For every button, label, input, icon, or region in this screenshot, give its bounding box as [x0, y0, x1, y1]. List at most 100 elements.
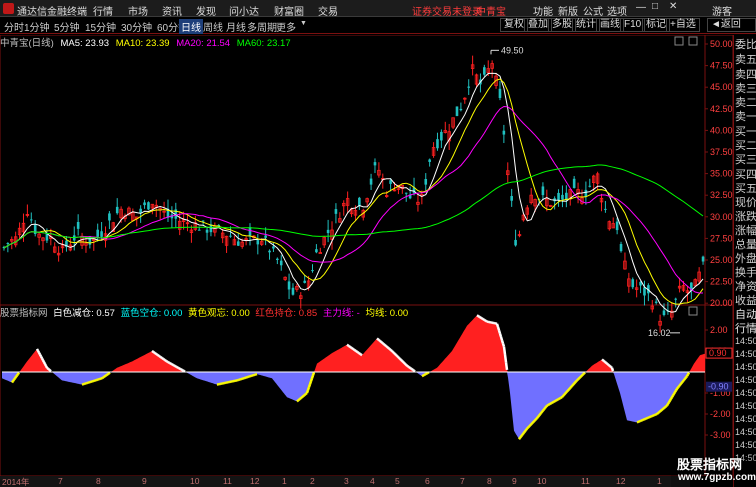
- menu-options[interactable]: 选项: [607, 3, 627, 18]
- watch-edge: [310, 374, 315, 379]
- login-notice[interactable]: 证券交易未登录: [412, 3, 482, 18]
- period-5min[interactable]: 5分钟: [54, 19, 80, 34]
- watch-edge: [566, 389, 569, 393]
- panel-label: 买三: [735, 154, 756, 166]
- reduce-edge: [151, 349, 154, 353]
- menu-quotes[interactable]: 行情: [93, 3, 113, 18]
- date-tick: 9: [142, 476, 147, 486]
- watermark-url: www.7gpzb.com: [678, 472, 756, 483]
- legend-avg: 均线: 0.00: [365, 308, 409, 319]
- watch-edge: [683, 377, 686, 381]
- menu-news[interactable]: 资讯: [162, 3, 182, 18]
- watch-edge: [15, 373, 20, 377]
- period-multi[interactable]: 多周期: [247, 19, 277, 34]
- reduce-edge: [400, 358, 403, 362]
- tool-add-favorite[interactable]: +自选: [666, 18, 700, 32]
- watch-edge: [11, 378, 16, 382]
- reduce-edge: [496, 326, 501, 331]
- candle-body: [541, 186, 545, 196]
- reduce-edge: [177, 366, 180, 370]
- reduce-edge: [176, 366, 179, 369]
- reduce-edge: [409, 366, 412, 370]
- tick-time: 14:50: [735, 414, 756, 424]
- reduce-edge: [379, 339, 382, 343]
- period-daily[interactable]: 日线: [179, 19, 203, 34]
- tick-time: 14:50: [735, 388, 756, 398]
- reduce-edge: [352, 347, 355, 351]
- reduce-edge: [153, 351, 156, 355]
- back-button[interactable]: ◄返回: [707, 18, 756, 32]
- menu-market[interactable]: 市场: [128, 3, 148, 18]
- reduce-edge: [406, 364, 409, 368]
- watch-edge: [103, 375, 106, 378]
- watch-edge: [311, 372, 316, 376]
- close-icon[interactable]: ✕: [669, 1, 677, 12]
- reduce-edge: [479, 316, 482, 319]
- period-15min[interactable]: 15分钟: [85, 19, 116, 34]
- watch-edge: [552, 400, 555, 404]
- watch-edge: [303, 393, 306, 397]
- candle-body: [33, 224, 37, 234]
- menu-formula[interactable]: 公式: [583, 3, 603, 18]
- watch-edge: [666, 401, 671, 405]
- legend-hold: 红色持仓: 0.85: [255, 308, 318, 319]
- period-monthly[interactable]: 月线: [226, 19, 246, 34]
- reduce-edge: [346, 343, 349, 347]
- candle-body: [108, 213, 111, 221]
- price-tick-label: 35.00: [710, 169, 733, 179]
- watch-edge: [657, 411, 660, 415]
- chart-area[interactable]: 50.00 47.50 45.00 42.50 40.00 37.50 35.00 32.50…: [0, 35, 733, 476]
- candle-body: [315, 249, 318, 253]
- reduce-edge: [384, 344, 387, 347]
- watch-edge: [543, 407, 546, 411]
- watch-edge: [569, 386, 572, 390]
- legend-reduce: 白色减仓: 0.57: [53, 308, 115, 319]
- watch-edge: [573, 381, 576, 385]
- indicator-name[interactable]: 股票指标网: [0, 308, 48, 319]
- reduce-edge: [181, 368, 184, 372]
- watch-edge: [684, 376, 687, 380]
- reduce-edge: [41, 359, 46, 363]
- reduce-edge: [360, 353, 363, 357]
- menu-new-version[interactable]: 新版: [558, 3, 578, 18]
- period-weekly[interactable]: 周线: [203, 19, 223, 34]
- candle-body: [588, 185, 592, 187]
- more-chevron-icon[interactable]: ▼: [300, 20, 307, 27]
- menu-discover[interactable]: 发现: [196, 3, 216, 18]
- price-tick-label: 50.00: [710, 39, 733, 49]
- reduce-edge: [349, 345, 352, 349]
- candle-body: [303, 280, 306, 283]
- watch-edge: [670, 394, 675, 398]
- period-more[interactable]: 更多: [276, 19, 296, 34]
- user-label[interactable]: 游客: [712, 3, 732, 18]
- reduce-edge: [183, 369, 186, 373]
- reduce-edge: [169, 362, 172, 365]
- menu-wealth[interactable]: 财富圈: [274, 3, 304, 18]
- candle-body: [701, 256, 705, 262]
- period-30min[interactable]: 30分钟: [121, 19, 152, 34]
- reduce-edge: [408, 366, 411, 369]
- price-tick-label: 25.00: [710, 255, 733, 265]
- reduce-edge: [610, 367, 615, 372]
- watch-edge: [106, 373, 109, 376]
- period-timeshare[interactable]: 分时: [4, 19, 24, 34]
- period-1min[interactable]: 1分钟: [24, 19, 50, 34]
- price-tick-label: 32.50: [710, 190, 733, 200]
- watch-edge: [529, 423, 532, 427]
- panel-label: 卖五: [735, 54, 756, 66]
- watch-edge: [662, 407, 665, 410]
- watch-edge: [305, 392, 308, 395]
- reduce-edge: [173, 364, 176, 368]
- tick-time: 14:50: [735, 440, 756, 450]
- candle-body: [236, 241, 240, 246]
- menu-trade[interactable]: 交易: [318, 3, 338, 18]
- watch-edge: [680, 381, 683, 385]
- watch-edge: [660, 408, 663, 412]
- panel-quote[interactable]: 行情: [735, 320, 756, 336]
- candle-body: [229, 235, 232, 237]
- maximize-icon[interactable]: □: [652, 1, 658, 12]
- menu-function[interactable]: 功能: [533, 3, 553, 18]
- reduce-edge: [47, 367, 50, 371]
- menu-ask[interactable]: 问小达: [229, 3, 259, 18]
- minimize-icon[interactable]: —: [636, 2, 646, 13]
